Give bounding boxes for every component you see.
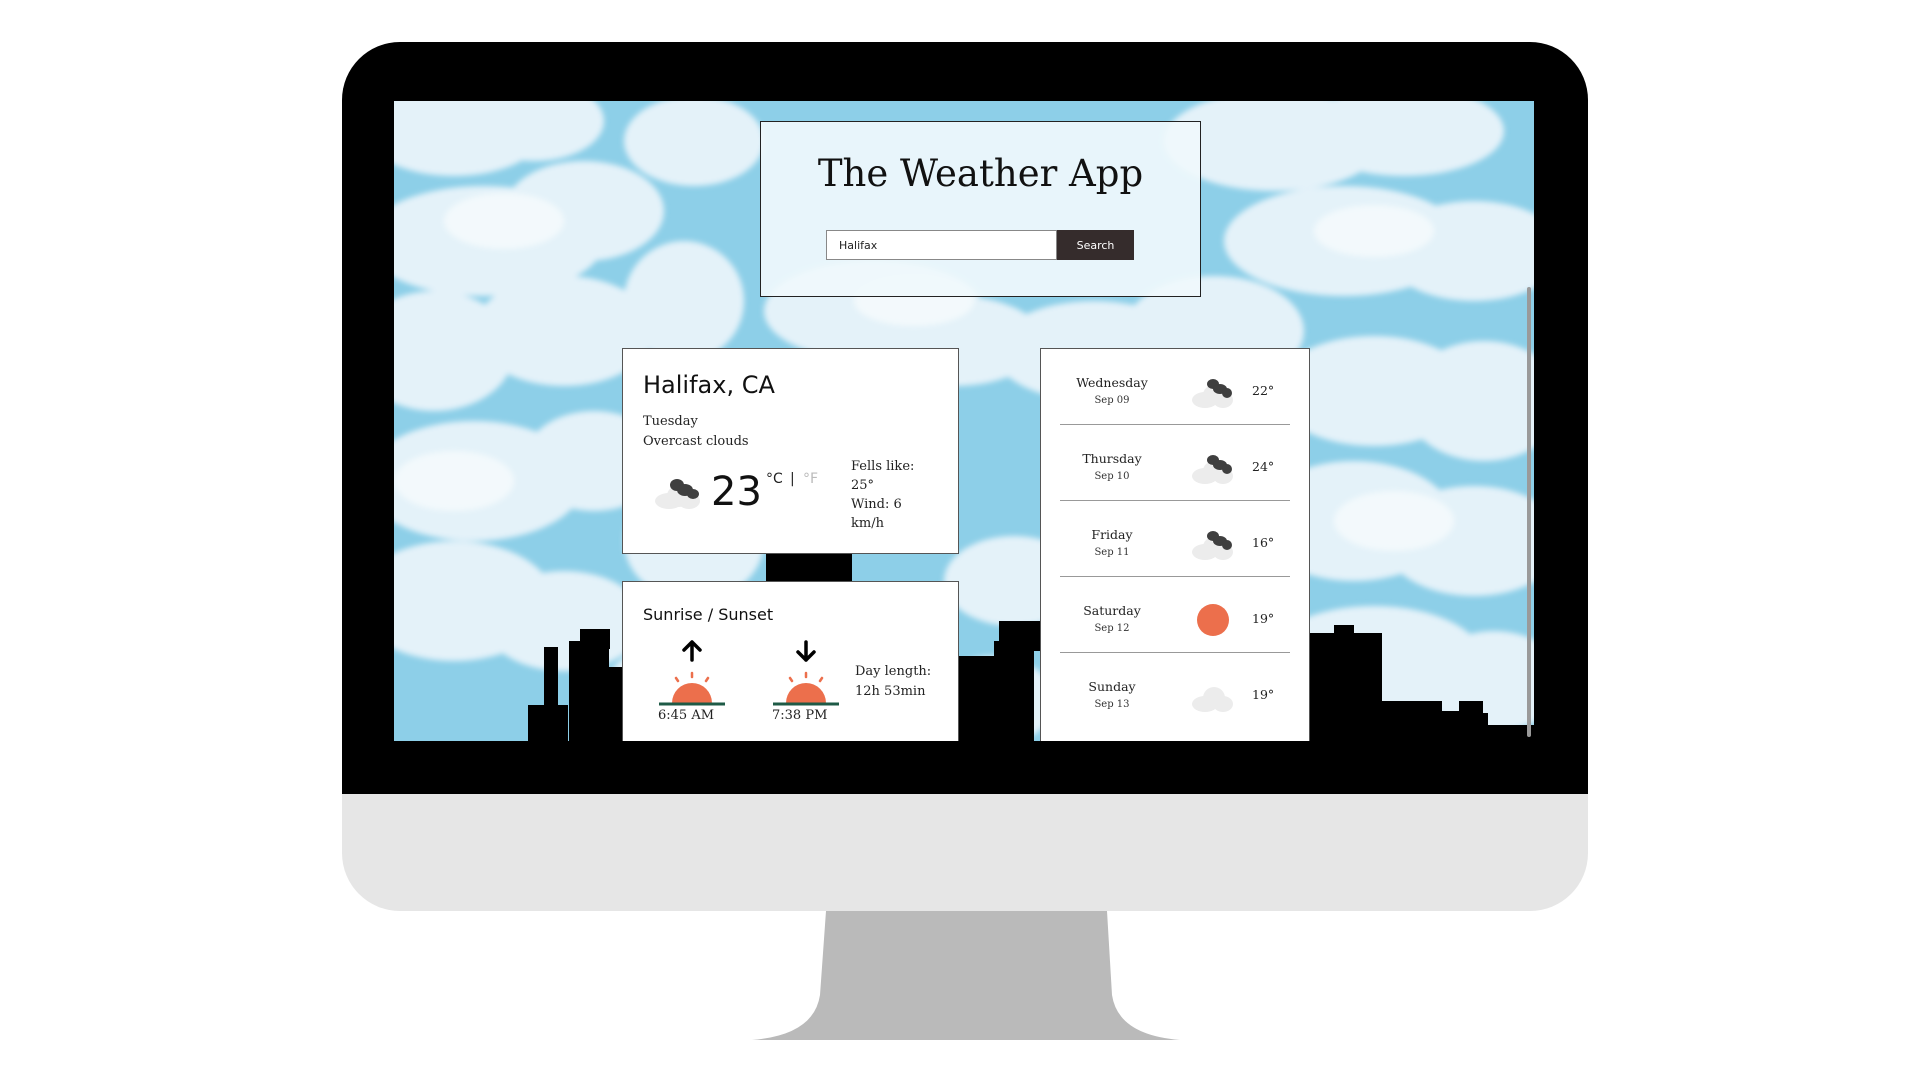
monitor-chin [342, 794, 1588, 911]
sunrise-sunset-card: Sunrise / Sunset 6:45 AM 7:38 PM Day len… [622, 581, 959, 741]
search-button[interactable]: Search [1057, 230, 1134, 260]
clear-sky-icon [1197, 604, 1229, 636]
current-weather-card: Halifax, CA Tuesday Overcast clouds 23 °… [622, 348, 959, 554]
sunrise-time: 6:45 AM [658, 708, 715, 723]
wind-unit: km/h [851, 516, 884, 531]
forecast-row: Thursday Sep 10 24° [1060, 425, 1290, 501]
forecast-temp: 19° [1252, 687, 1275, 702]
forecast-date: Sep 10 [1094, 471, 1130, 482]
forecast-day: Thursday [1082, 451, 1142, 466]
header-panel: The Weather App Search [760, 121, 1201, 297]
celsius-toggle[interactable]: °C [766, 471, 783, 487]
weather-details: Fells like: 25° Wind: 6 km/h [851, 457, 951, 533]
unit-separator: | [790, 471, 795, 487]
forecast-day: Sunday [1088, 679, 1136, 694]
broken-clouds-icon [1192, 531, 1233, 560]
forecast-date: Sep 09 [1094, 395, 1130, 406]
forecast-date: Sep 12 [1094, 623, 1130, 634]
sunset-icon [773, 640, 839, 706]
city-name: Halifax, CA [643, 371, 775, 399]
forecast-card: Wednesday Sep 09 22° Thursday Sep 10 24°… [1040, 348, 1310, 741]
forecast-day: Saturday [1083, 603, 1141, 618]
forecast-day: Wednesday [1076, 375, 1148, 390]
forecast-row: Friday Sep 11 16° [1060, 501, 1290, 577]
sunrise-icon [659, 640, 725, 706]
sun-card-title: Sunrise / Sunset [643, 605, 774, 624]
day-length-value: 12h 53min [855, 684, 926, 699]
broken-clouds-icon [1192, 379, 1233, 408]
day-length: Day length: 12h 53min [855, 662, 931, 702]
forecast-row: Saturday Sep 12 19° [1060, 577, 1290, 653]
search-input[interactable] [826, 230, 1057, 260]
forecast-temp: 19° [1252, 611, 1275, 626]
fahrenheit-toggle[interactable]: °F [803, 471, 818, 487]
forecast-temp: 22° [1252, 383, 1275, 398]
wind-label: Wind: 6 [851, 497, 902, 512]
sunset-time: 7:38 PM [772, 708, 828, 723]
page-scrollbar[interactable] [1527, 287, 1531, 737]
day-length-label: Day length: [855, 664, 932, 679]
forecast-temp: 24° [1252, 459, 1275, 474]
forecast-day: Friday [1091, 527, 1133, 542]
forecast-date: Sep 13 [1094, 699, 1130, 710]
feels-like-value: 25° [851, 478, 875, 493]
forecast-date: Sep 11 [1094, 547, 1130, 558]
current-temperature: 23 [711, 469, 762, 515]
forecast-row: Wednesday Sep 09 22° [1060, 349, 1290, 425]
few-clouds-icon [1192, 687, 1233, 712]
broken-clouds-icon [655, 479, 700, 509]
weather-description: Overcast clouds [643, 434, 749, 449]
screen: The Weather App Search Halifax, CA Tuesd… [394, 101, 1534, 741]
broken-clouds-icon [1192, 455, 1233, 484]
feels-like-label: Fells like: [851, 459, 915, 474]
forecast-row: Sunday Sep 13 19° [1060, 653, 1290, 729]
current-day: Tuesday [643, 414, 698, 429]
app-title: The Weather App [817, 152, 1144, 195]
forecast-temp: 16° [1252, 535, 1275, 550]
